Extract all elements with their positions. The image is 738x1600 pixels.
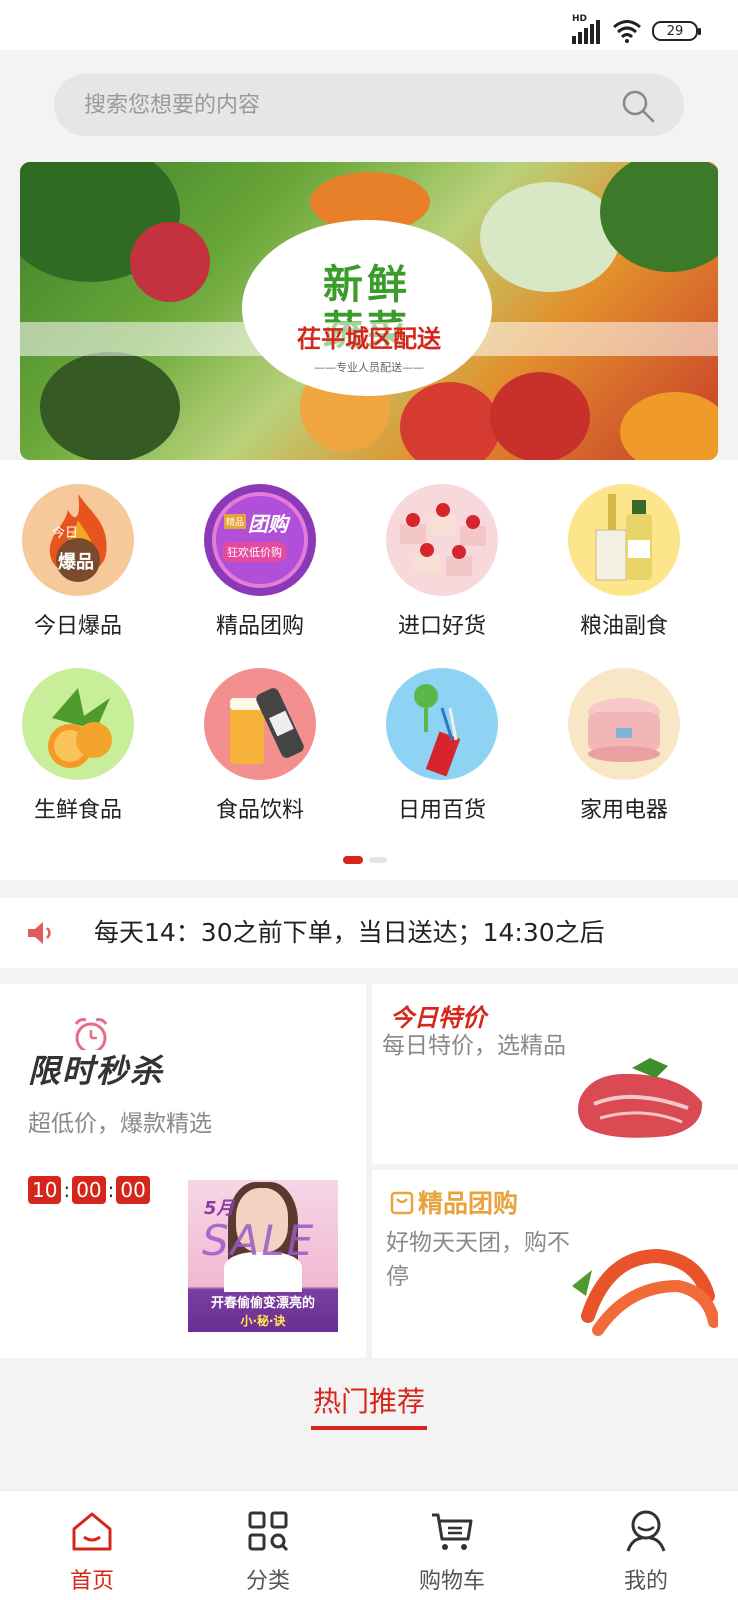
category-label: 进口好货 [397,614,486,639]
category-item[interactable]: 食品饮料 [190,668,330,824]
tab-profile[interactable]: 我的 [576,1491,716,1600]
hot-section-title[interactable]: 热门推荐 [0,1380,738,1420]
tab-cart-label: 购物车 [418,1569,485,1594]
flash-sale-title: 限时秒杀 [28,1052,165,1090]
category-icon [248,1511,289,1552]
category-item[interactable]: 今日 爆品 今日爆品 [8,484,148,640]
tab-cart[interactable]: 购物车 [382,1491,522,1600]
search-section [0,50,738,162]
banner-subtitle: 茌平城区配送 [20,322,718,356]
category-label: 粮油副食 [579,614,668,639]
oil-bottle-icon [568,484,680,596]
group-buy-tag: 精品 [224,514,247,529]
category-grid: 今日 爆品 今日爆品 精品 团购 狂欢低价购 精品团购 进口好货 粮油副食 生鲜… [0,460,738,880]
search-input[interactable] [84,74,584,136]
category-label: 食品饮料 [215,798,304,823]
countdown-seconds: 00 [116,1176,150,1204]
daily-deal-subtitle: 每日特价，选精品 [382,1033,566,1059]
page-indicator [343,856,387,864]
category-label: 生鲜食品 [33,798,122,823]
vegetable-decoration [490,372,590,460]
steak-image [578,1058,703,1138]
flash-sale-subtitle: 超低价，爆款精选 [28,1111,212,1137]
rice-cooker-icon [568,668,680,780]
page-dot-active [343,856,363,864]
group-buy-subtitle: 好物天天团，购不停 [386,1230,570,1290]
notice-bar[interactable]: 每天14：30之前下单，当日送达；14:30之后 [0,898,738,968]
hot-section-underline [311,1426,427,1430]
sale-word: SALE [202,1216,316,1265]
category-item[interactable]: 精品 团购 狂欢低价购 精品团购 [190,484,330,640]
vegetable-decoration [130,222,210,302]
page-dot [369,857,387,863]
category-label: 家用电器 [579,798,668,823]
category-item[interactable]: 生鲜食品 [8,668,148,824]
alarm-clock-icon [74,1018,108,1050]
status-icons: HD 29 [572,14,701,44]
shrimp-image [572,1248,718,1336]
status-bar: HD 29 [0,0,738,50]
category-label: 精品团购 [215,614,304,639]
countdown-hours: 10 [28,1176,62,1204]
network-type: HD [572,14,588,24]
category-item[interactable]: 粮油副食 [554,484,694,640]
sale-promo-image[interactable]: 5月 SALE 开春偷偷变漂亮的 小·秘·诀 [188,1180,338,1332]
vegetable-decoration [480,182,620,292]
group-buy-badge: 团购 [248,512,288,536]
flame-badge-small: 今日 [52,526,79,541]
wifi-icon [613,20,641,43]
group-buy-title-row: 精品团购 [390,1184,518,1220]
flame-badge: 爆品 [58,552,94,573]
flame-icon: 今日 爆品 [22,484,134,596]
profile-icon [626,1510,666,1552]
tab-category[interactable]: 分类 [198,1491,338,1600]
pin-icon [386,668,498,780]
daily-deal-card[interactable]: 今日特价 每日特价，选精品 [372,984,738,1164]
category-item[interactable]: 家用电器 [554,668,694,824]
speaker-icon [28,922,51,944]
vegetable-decoration [400,382,500,460]
sale-caption: 开春偷偷变漂亮的 [210,1296,315,1311]
bag-icon [390,1191,414,1215]
beer-icon [204,668,316,780]
group-buy-icon: 精品 团购 狂欢低价购 [204,484,316,596]
tab-home[interactable]: 首页 [22,1491,162,1600]
category-label: 今日爆品 [33,614,122,639]
group-buy-sub: 狂欢低价购 [222,542,287,562]
app-screen: HD 29 搜索您想要的内容 新鲜 茌平城区配送 ——专业人员配送—— 今日 爆… [0,0,738,1600]
orange-icon [22,668,134,780]
flash-sale-card[interactable]: 限时秒杀 超低价，爆款精选 10 : 00 : 00 5月 SALE 开春偷偷变… [0,984,366,1358]
banner-caption: ——专业人员配送—— [314,361,424,374]
tab-home-label: 首页 [69,1569,114,1594]
signal-icon: HD [572,14,602,44]
vegetable-decoration [600,162,718,272]
tab-category-label: 分类 [245,1569,290,1594]
tab-profile-label: 我的 [623,1569,668,1594]
countdown-timer: 10 : 00 : 00 [28,1176,150,1204]
promo-banner[interactable]: 新鲜 蔬菜 茌平城区配送 ——专业人员配送—— [20,162,718,460]
category-item[interactable]: 日用百货 [372,668,512,824]
vegetable-decoration [620,392,718,460]
banner-title-line1: 新鲜 [323,262,411,308]
bottom-tab-bar: 首页 分类 购物车 我的 [0,1490,738,1600]
home-icon [72,1512,112,1551]
search-bar[interactable] [54,74,684,136]
notice-text: 每天14：30之前下单，当日送达；14:30之后 [94,918,605,947]
group-buy-card[interactable]: 精品团购 好物天天团，购不停 [372,1170,738,1358]
category-label: 日用百货 [397,798,486,823]
battery-indicator: 29 [652,21,701,41]
cart-icon [432,1513,473,1550]
search-icon[interactable] [620,88,656,124]
category-item[interactable]: 进口好货 [372,484,512,640]
sale-caption-2: 小·秘·诀 [240,1314,286,1328]
hot-section-header: 热门推荐 [0,1358,738,1490]
group-buy-title: 精品团购 [418,1189,519,1218]
countdown-minutes: 00 [72,1176,106,1204]
cake-icon [386,484,498,596]
